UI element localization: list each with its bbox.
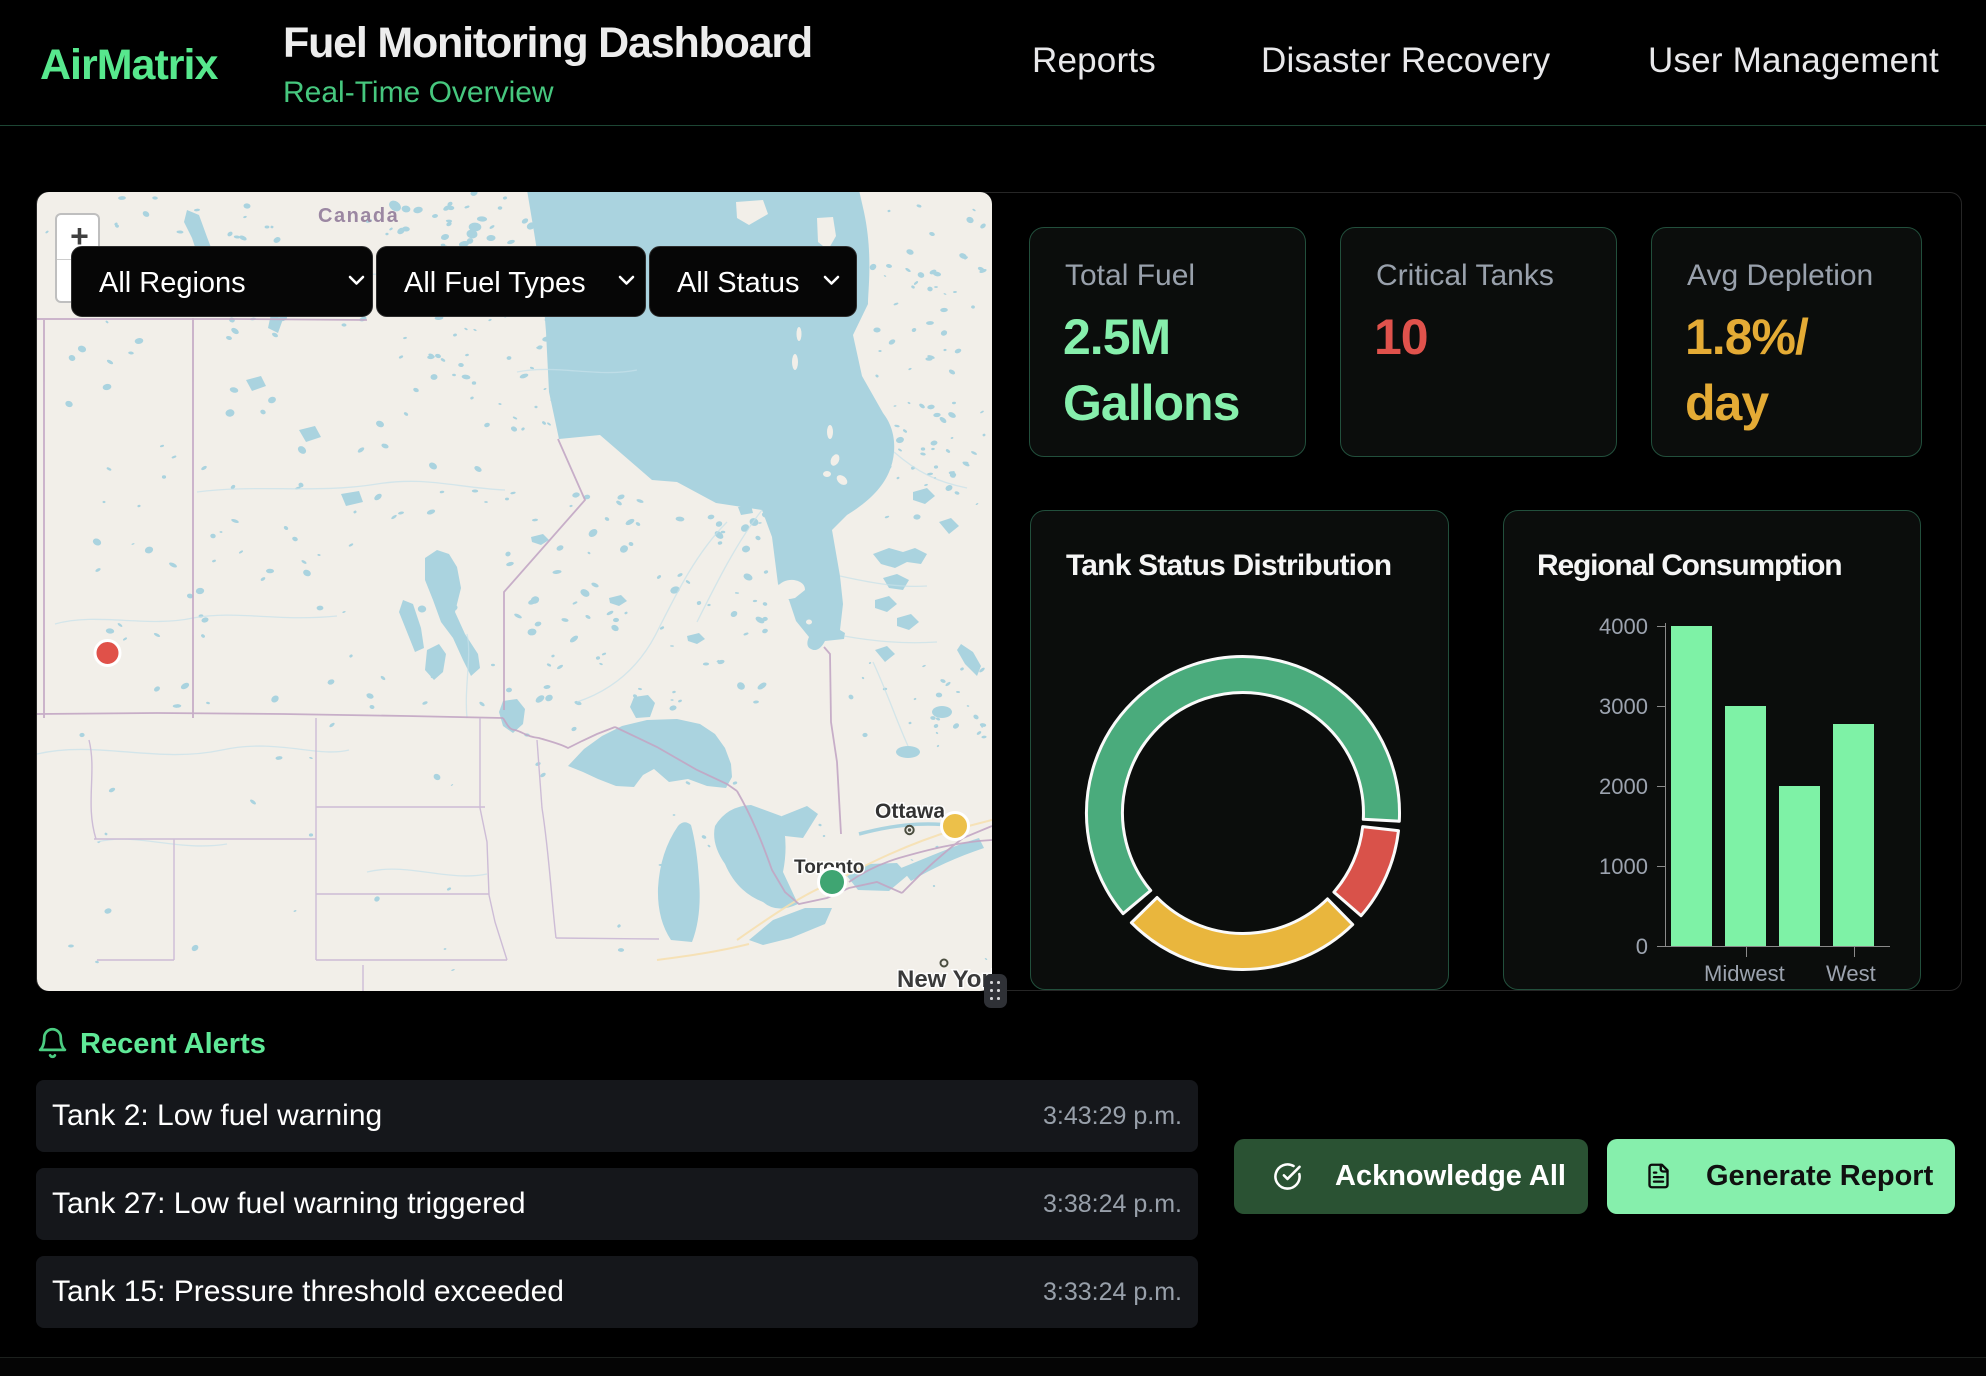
svg-text:Canada: Canada	[318, 205, 399, 227]
svg-text:Ottawa: Ottawa	[875, 800, 945, 823]
svg-text:New York: New York	[897, 966, 992, 991]
